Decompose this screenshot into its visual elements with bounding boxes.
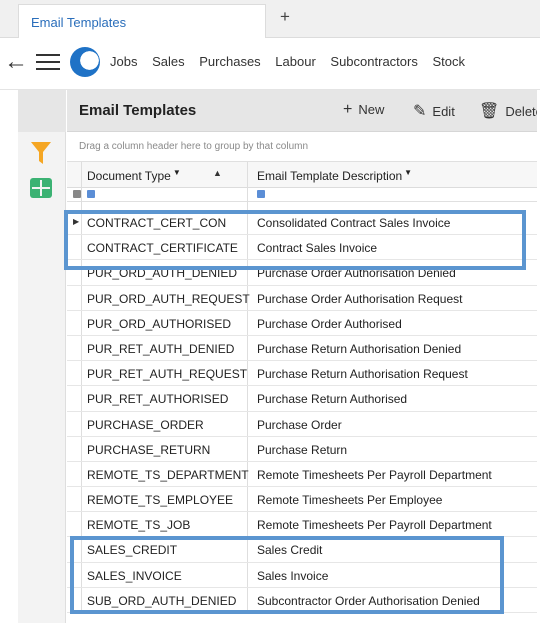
filter-row[interactable] bbox=[67, 188, 540, 202]
table-row[interactable]: PUR_ORD_AUTHORISED Purchase Order Authori… bbox=[67, 311, 540, 336]
column-filter-icon[interactable]: ▼ bbox=[173, 168, 181, 177]
nav-item-stock[interactable]: Stock bbox=[432, 54, 465, 69]
back-arrow-icon[interactable]: ← bbox=[4, 48, 28, 76]
table-row[interactable]: REMOTE_TS_EMPLOYEE Remote Timesheets Per … bbox=[67, 487, 540, 513]
edit-icon: ✎ bbox=[413, 103, 427, 120]
table-row[interactable]: REMOTE_TS_JOB Remote Timesheets Per Payro… bbox=[67, 512, 540, 538]
filter-row-menu-icon[interactable] bbox=[73, 190, 81, 198]
group-by-hint: Drag a column header here to group by th… bbox=[79, 141, 309, 152]
table-row[interactable]: PUR_RET_AUTHORISED Purchase Return Author… bbox=[67, 386, 540, 412]
tab-email-templates[interactable]: Email Templates bbox=[18, 4, 266, 39]
nav-item-jobs[interactable]: Jobs bbox=[110, 54, 137, 69]
plus-icon: + bbox=[343, 101, 353, 118]
nav-item-sales[interactable]: Sales bbox=[152, 54, 185, 69]
filter-cell-icon[interactable] bbox=[87, 190, 95, 198]
hamburger-menu-icon[interactable] bbox=[36, 49, 62, 75]
trash-icon: 🗑 bbox=[479, 103, 500, 120]
left-rail bbox=[18, 90, 66, 623]
nav-item-labour[interactable]: Labour bbox=[275, 54, 315, 69]
filter-funnel-icon[interactable] bbox=[30, 140, 52, 166]
toolbar: Email Templates + New ✎ Edit 🗑 Delete bbox=[67, 90, 540, 132]
table-row[interactable]: PUR_RET_AUTH_DENIED Purchase Return Autho… bbox=[67, 336, 540, 362]
rail-header bbox=[18, 90, 66, 132]
tab-label: Email Templates bbox=[31, 15, 127, 30]
column-header-description[interactable]: Email Template Description ▼ bbox=[257, 168, 412, 183]
edit-button[interactable]: ✎ Edit bbox=[413, 101, 455, 121]
table-row[interactable]: REMOTE_TS_DEPARTMENT Remote Timesheets Pe… bbox=[67, 462, 540, 488]
table-row[interactable]: PUR_ORD_AUTH_REQUEST Purchase Order Autho… bbox=[67, 286, 540, 311]
nav-item-purchases[interactable]: Purchases bbox=[199, 54, 260, 69]
tab-strip: Email Templates + bbox=[0, 0, 540, 39]
table-row[interactable]: PUR_RET_AUTH_REQUEST Purchase Return Auth… bbox=[67, 361, 540, 387]
column-header-row: Document Type ▼ ▲ Email Template Descript… bbox=[67, 162, 540, 188]
app-logo-icon[interactable] bbox=[70, 47, 100, 77]
column-header-document-type[interactable]: Document Type ▼ bbox=[87, 168, 181, 183]
sort-ascending-icon[interactable]: ▲ bbox=[213, 168, 222, 178]
nav-menu-items: Jobs Sales Purchases Labour Subcontracto… bbox=[110, 54, 476, 69]
filter-cell-icon[interactable] bbox=[257, 190, 265, 198]
new-button[interactable]: + New bbox=[343, 101, 384, 119]
table-row[interactable]: PURCHASE_ORDER Purchase Order bbox=[67, 412, 540, 437]
table-row[interactable]: PURCHASE_RETURN Purchase Return bbox=[67, 437, 540, 462]
highlight-box-sales-rows bbox=[70, 536, 504, 614]
page-title: Email Templates bbox=[79, 102, 197, 119]
grid-layout-icon[interactable] bbox=[30, 178, 52, 198]
add-tab-button[interactable]: + bbox=[280, 7, 290, 27]
highlight-box-contract-rows bbox=[64, 210, 526, 270]
group-by-panel[interactable]: Drag a column header here to group by th… bbox=[67, 132, 540, 162]
nav-bar: ← Jobs Sales Purchases Labour Subcontrac… bbox=[0, 38, 540, 90]
column-filter-icon[interactable]: ▼ bbox=[404, 168, 412, 177]
delete-button[interactable]: 🗑 Delete bbox=[479, 101, 540, 121]
nav-item-subcontractors[interactable]: Subcontractors bbox=[330, 54, 417, 69]
